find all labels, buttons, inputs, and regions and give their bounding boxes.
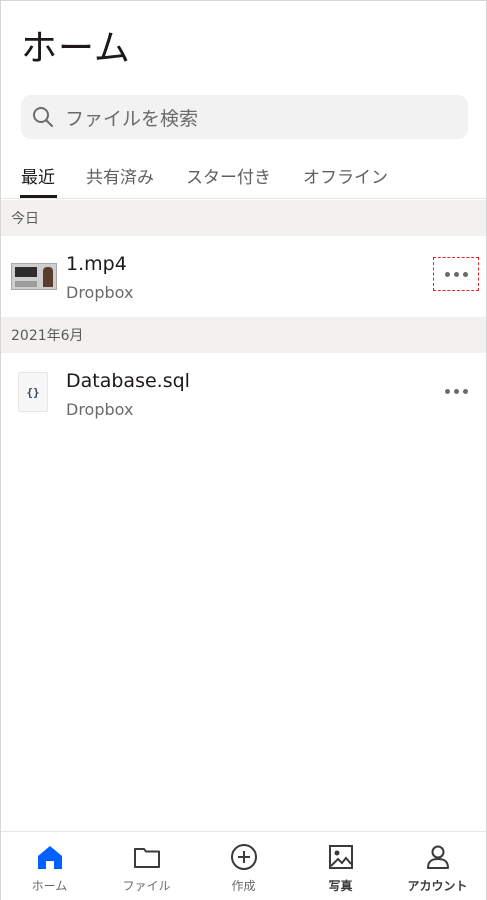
file-row[interactable]: {} Database.sql Dropbox <box>1 354 486 434</box>
page-title: ホーム <box>21 28 131 69</box>
file-name: Database.sql <box>66 370 190 392</box>
more-icon <box>444 388 450 394</box>
tab-starred[interactable]: スター付き <box>186 163 271 188</box>
nav-item-files[interactable]: ファイル <box>98 832 195 900</box>
video-thumbnail-icon <box>11 263 57 290</box>
code-file-icon: {} <box>18 372 48 412</box>
bottom-navigation: ホーム ファイル 作成 写真 アカウント <box>1 831 486 900</box>
nav-item-home[interactable]: ホーム <box>1 832 98 900</box>
more-options-button[interactable] <box>433 374 479 408</box>
search-icon <box>33 107 53 127</box>
file-row[interactable]: 1.mp4 Dropbox <box>1 237 486 317</box>
search-input[interactable]: ファイルを検索 <box>65 104 198 131</box>
file-location: Dropbox <box>66 283 134 302</box>
nav-label: アカウント <box>407 879 468 893</box>
nav-item-create[interactable]: 作成 <box>195 832 292 900</box>
more-options-button[interactable] <box>433 257 479 291</box>
tab-recent[interactable]: 最近 <box>21 163 55 188</box>
section-header-june-2021: 2021年6月 <box>1 317 486 353</box>
nav-label: ファイル <box>122 879 171 893</box>
search-bar[interactable]: ファイルを検索 <box>21 95 468 139</box>
photo-icon <box>329 845 353 869</box>
nav-item-photos[interactable]: 写真 <box>292 832 389 900</box>
tab-shared[interactable]: 共有済み <box>86 163 154 188</box>
tab-offline[interactable]: オフライン <box>303 163 388 188</box>
tab-bar: 最近 共有済み スター付き オフライン <box>1 151 486 199</box>
folder-icon <box>134 848 160 868</box>
nav-label: ホーム <box>31 879 68 893</box>
active-tab-indicator <box>20 195 57 198</box>
plus-circle-icon <box>231 844 257 870</box>
file-name: 1.mp4 <box>66 253 127 275</box>
more-icon <box>444 271 450 277</box>
home-icon <box>38 846 62 869</box>
section-header-today: 今日 <box>1 200 486 236</box>
file-location: Dropbox <box>66 400 134 419</box>
account-icon <box>427 845 449 869</box>
nav-item-account[interactable]: アカウント <box>389 832 486 900</box>
nav-label: 作成 <box>231 879 256 893</box>
nav-label: 写真 <box>328 879 353 893</box>
